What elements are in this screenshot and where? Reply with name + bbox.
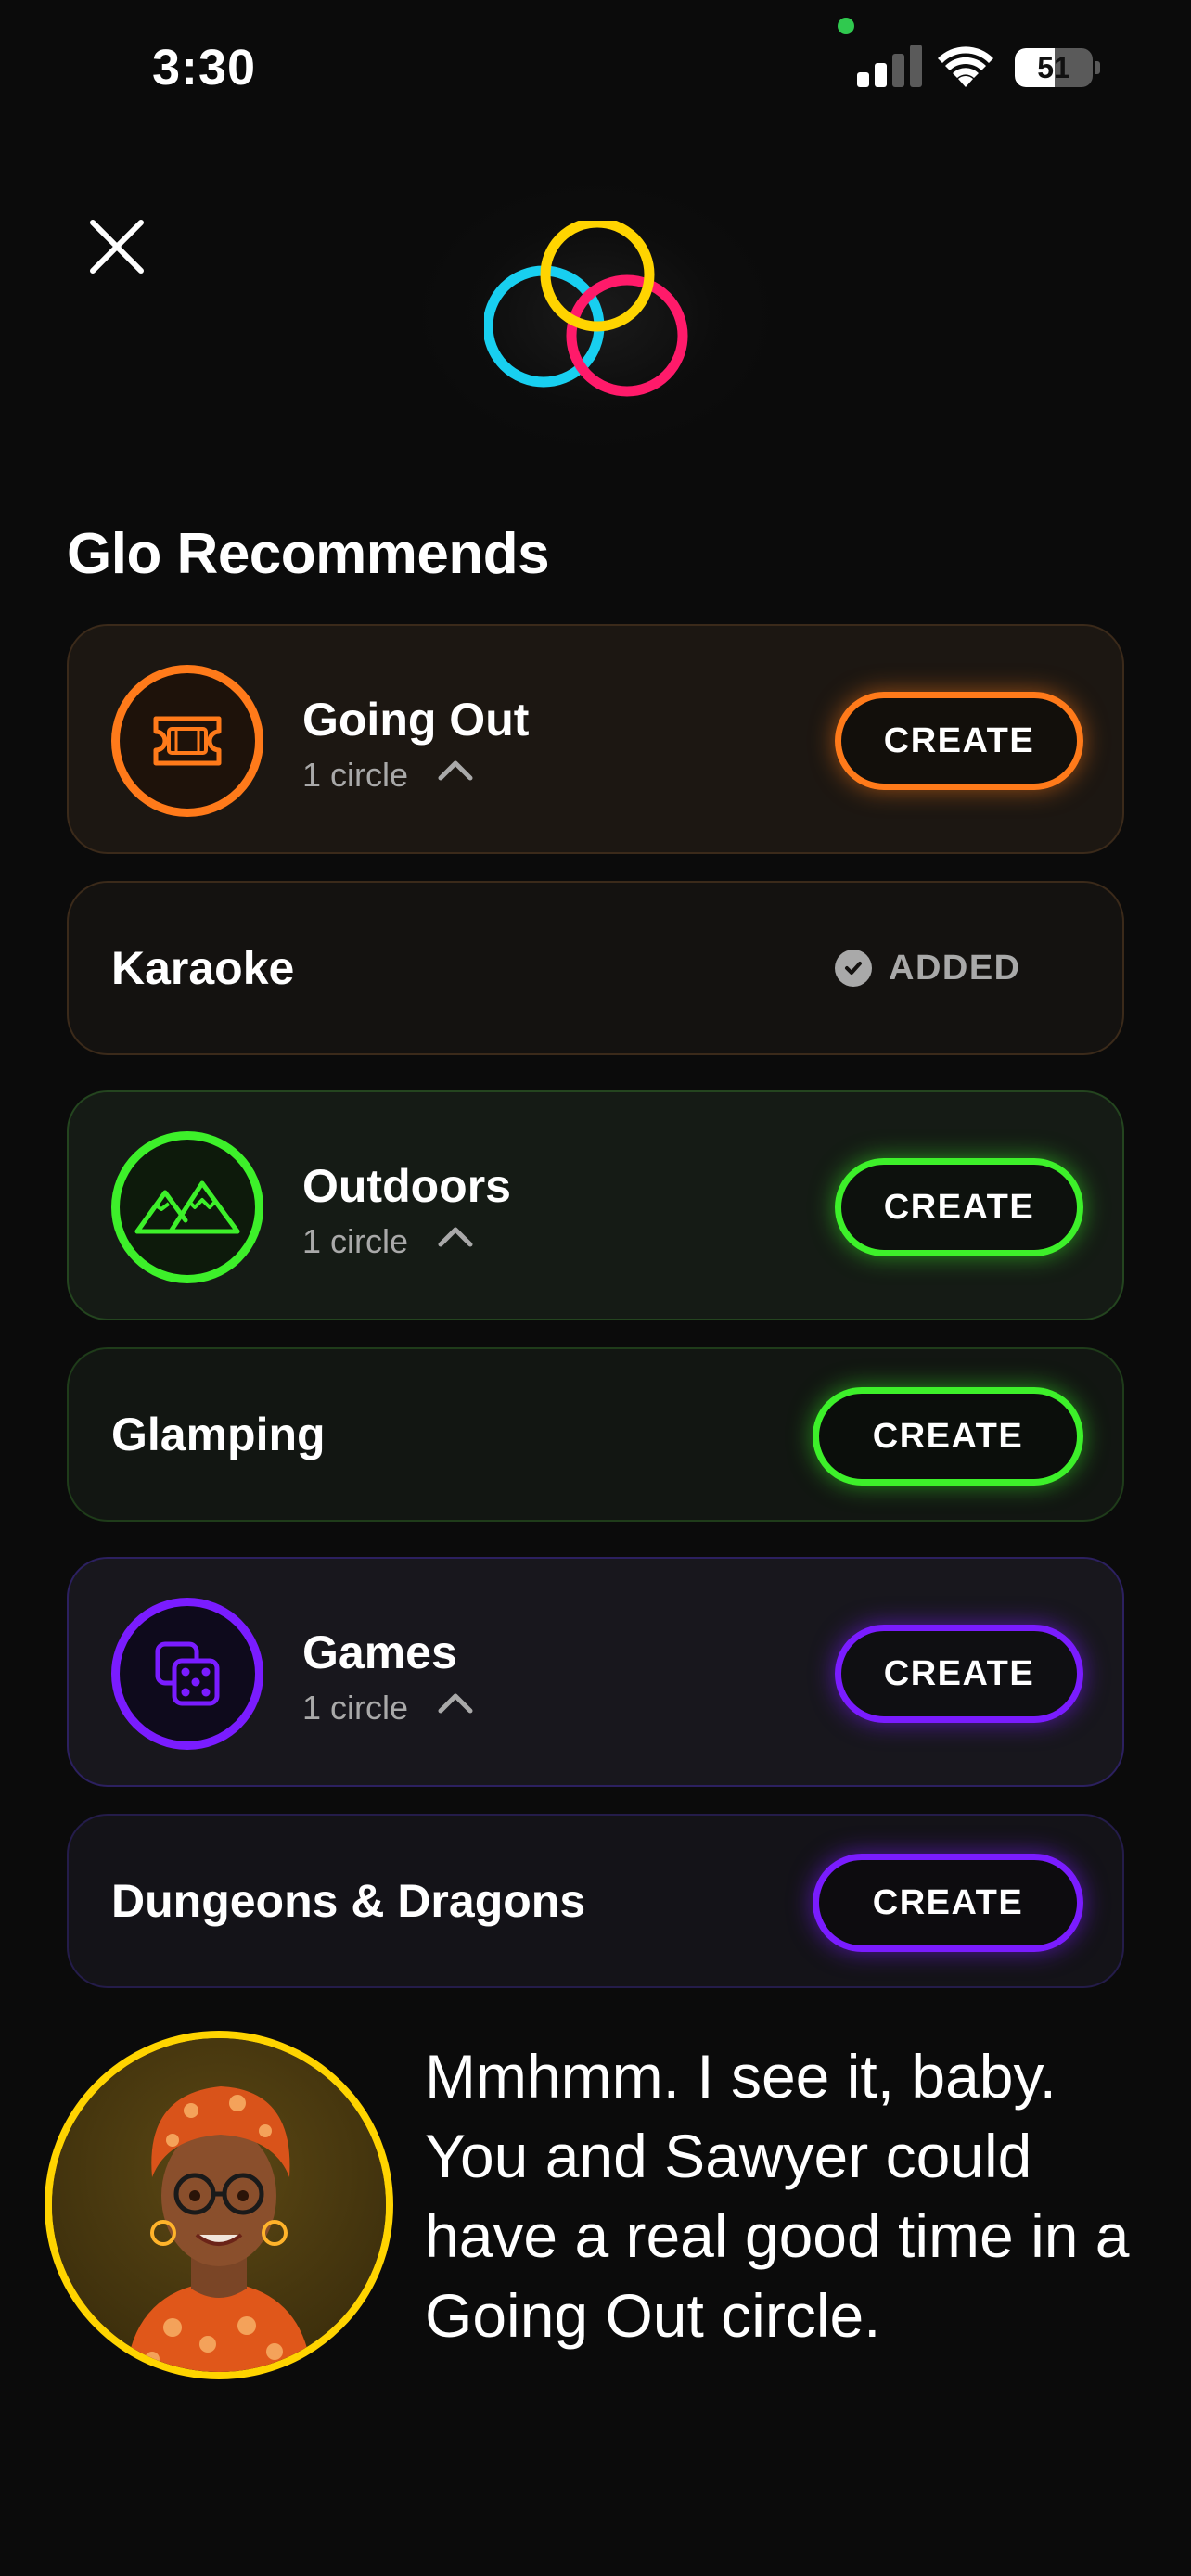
recommendation-name: Dungeons & Dragons <box>111 1875 586 1927</box>
recommendation-name: Glamping <box>111 1409 326 1460</box>
dice-icon <box>111 1598 263 1750</box>
category-circle-count: 1 circle <box>302 756 409 794</box>
mountains-icon <box>111 1131 263 1283</box>
ticket-icon <box>111 665 263 817</box>
chevron-up-icon[interactable] <box>435 1222 476 1250</box>
category-circle-count: 1 circle <box>302 1689 409 1727</box>
create-button-games[interactable]: CREATE <box>835 1625 1083 1723</box>
create-button-going-out[interactable]: CREATE <box>835 692 1083 790</box>
assistant-message: Mmhmm. I see it, baby. You and Sawyer co… <box>425 2042 1130 2350</box>
recommendation-card-glamping: Glamping CREATE <box>67 1347 1124 1522</box>
recommendation-card-dungeons-dragons: Dungeons & Dragons CREATE <box>67 1814 1124 1988</box>
assistant-avatar <box>45 2031 393 2379</box>
camera-indicator <box>838 18 854 34</box>
section-title: Glo Recommends <box>67 522 550 586</box>
three-rings-logo <box>484 221 688 397</box>
check-circle-icon <box>835 950 872 987</box>
category-name: Outdoors <box>302 1160 511 1212</box>
create-button-glamping[interactable]: CREATE <box>813 1387 1083 1486</box>
app-logo <box>410 176 781 454</box>
category-name: Games <box>302 1626 457 1678</box>
create-button-outdoors[interactable]: CREATE <box>835 1158 1083 1256</box>
category-card-going-out: Going Out 1 circle CREATE <box>67 624 1124 854</box>
chevron-up-icon[interactable] <box>435 1689 476 1716</box>
category-name: Going Out <box>302 694 530 746</box>
status-bar: 3:30 51 <box>0 0 1191 139</box>
category-card-outdoors: Outdoors 1 circle CREATE <box>67 1090 1124 1320</box>
battery-icon: 51 <box>1015 48 1100 87</box>
recommendation-name: Karaoke <box>111 942 295 994</box>
category-card-games: Games 1 circle CREATE <box>67 1557 1124 1787</box>
cellular-signal-icon <box>857 45 922 87</box>
category-circle-count: 1 circle <box>302 1222 409 1260</box>
battery-level: 51 <box>1037 51 1070 84</box>
chevron-up-icon[interactable] <box>435 756 476 784</box>
recommendation-card-karaoke: Karaoke ADDED <box>67 881 1124 1055</box>
added-label: ADDED <box>889 948 1021 988</box>
status-time: 3:30 <box>152 40 257 96</box>
added-status: ADDED <box>835 883 1021 1053</box>
close-icon[interactable] <box>85 215 148 278</box>
wifi-icon <box>938 46 993 87</box>
create-button-dungeons-dragons[interactable]: CREATE <box>813 1854 1083 1952</box>
